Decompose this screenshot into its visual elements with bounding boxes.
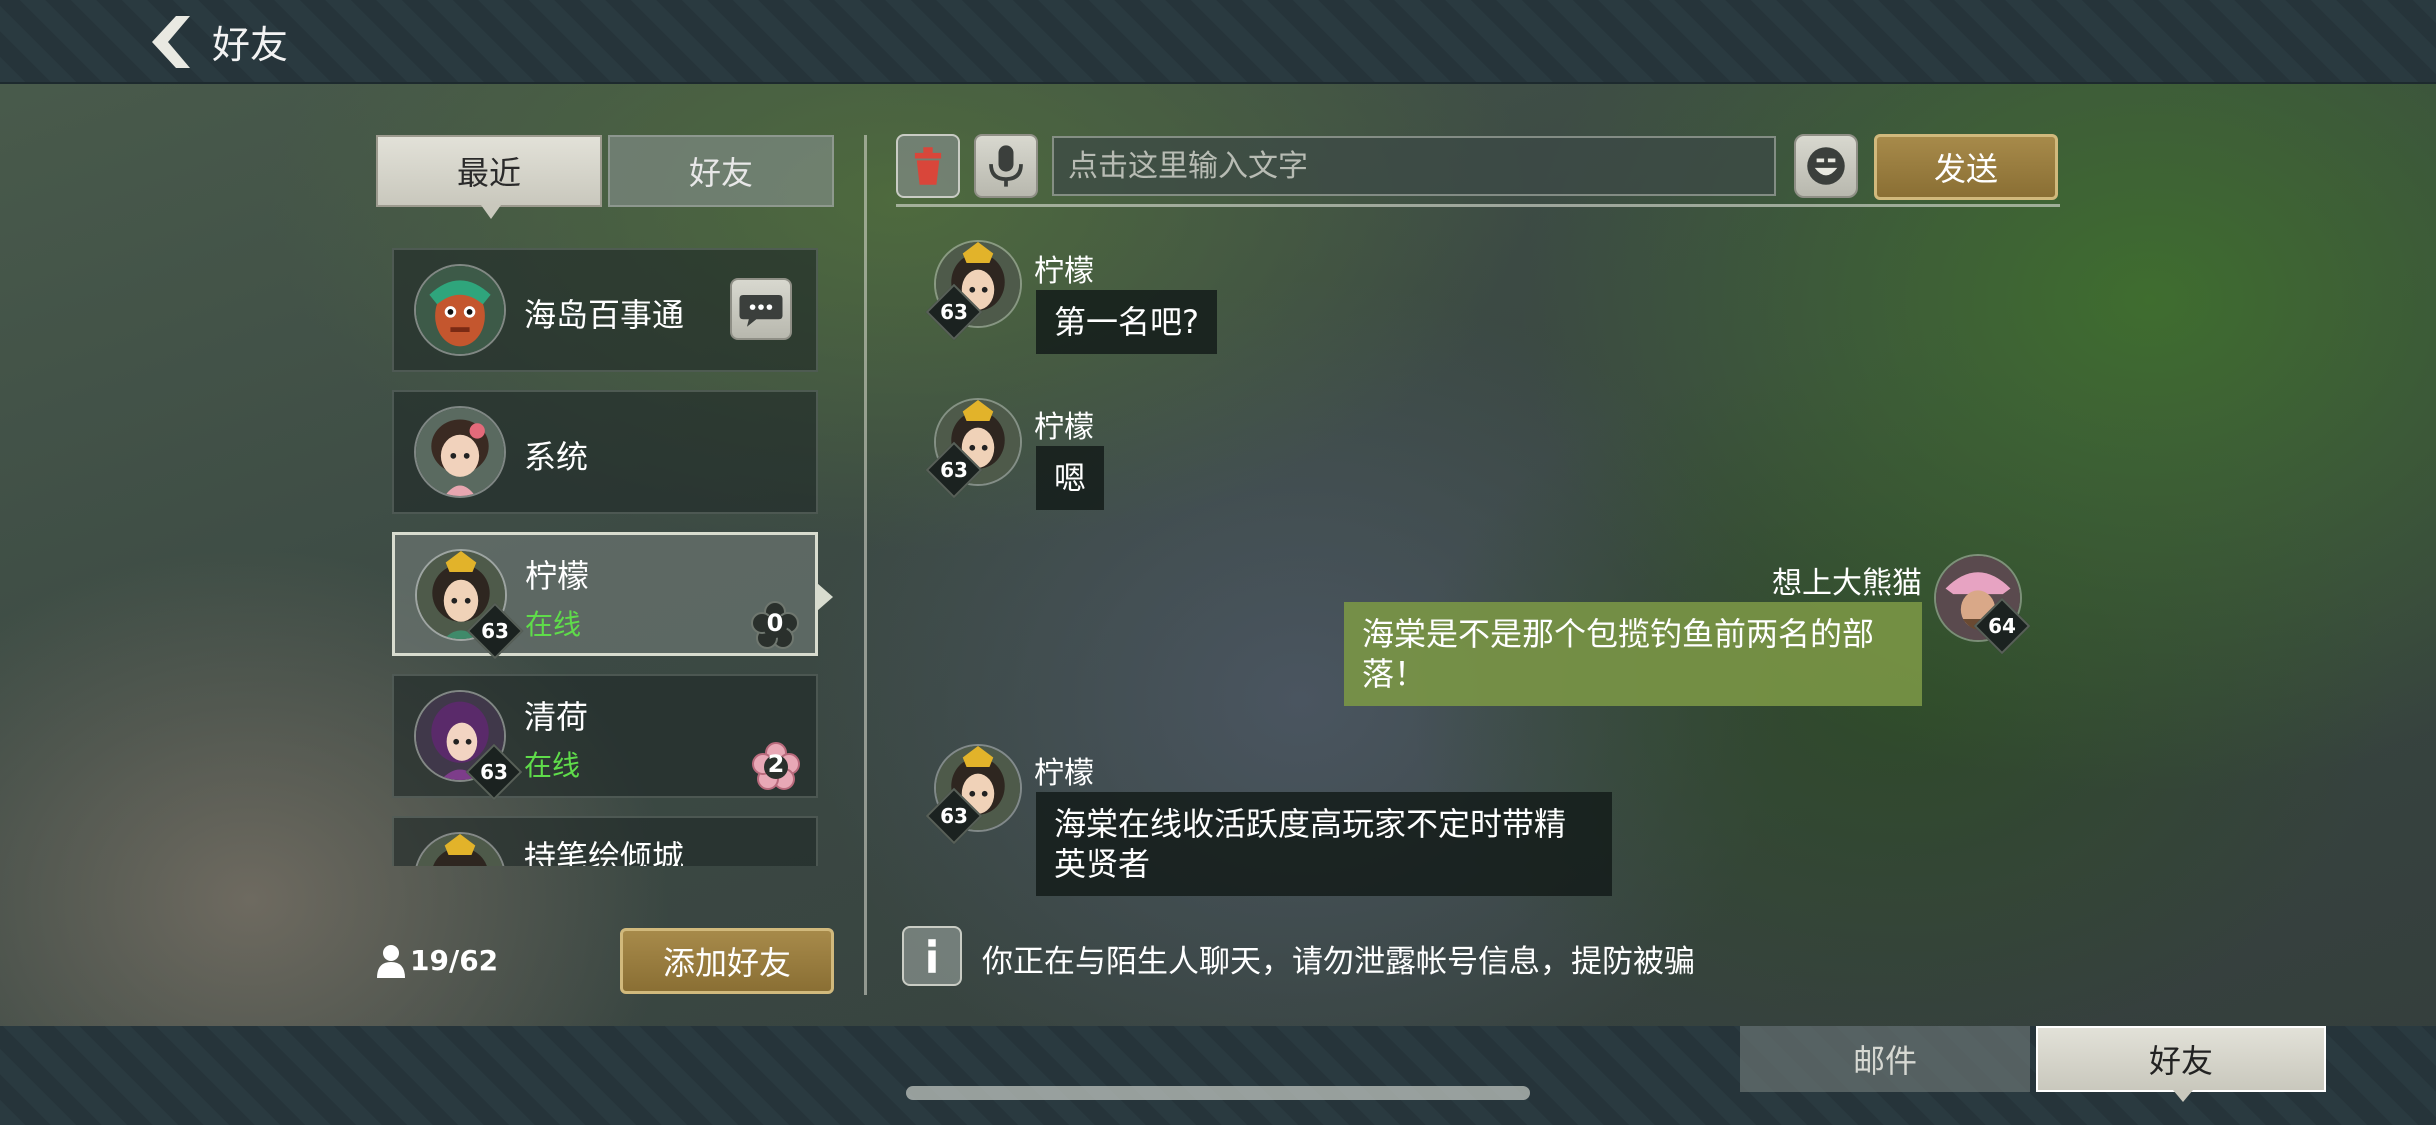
send-button[interactable]: 发送 bbox=[1874, 134, 2058, 200]
tab-friends-bottom[interactable]: 好友 bbox=[2036, 1026, 2326, 1102]
trash-icon[interactable] bbox=[896, 134, 960, 198]
unread-badge: 2 bbox=[752, 742, 800, 790]
message-input[interactable] bbox=[1052, 136, 1776, 196]
friend-count: 19/62 bbox=[410, 944, 499, 977]
contact-item-chibi[interactable]: 持笔绘倾城 bbox=[392, 816, 818, 866]
contact-item-ningmeng[interactable]: 63 柠檬 在线 0 bbox=[392, 532, 833, 660]
sender-name: 柠檬 bbox=[1034, 410, 1094, 445]
microphone-icon[interactable] bbox=[974, 134, 1038, 198]
add-friend-button[interactable]: 添加好友 bbox=[620, 928, 834, 994]
home-indicator[interactable] bbox=[906, 1086, 1530, 1100]
input-underline bbox=[896, 204, 2060, 207]
tab-friends[interactable]: 好友 bbox=[608, 135, 834, 207]
message-bubble: 第一名吧? bbox=[1036, 290, 1217, 354]
contact-name: 持笔绘倾城 bbox=[524, 838, 685, 866]
sender-name: 柠檬 bbox=[1034, 254, 1094, 289]
person-icon bbox=[377, 945, 405, 978]
chat-bubble-icon[interactable] bbox=[730, 278, 792, 340]
tab-recent[interactable]: 最近 bbox=[376, 135, 602, 219]
back-arrow-icon[interactable] bbox=[146, 12, 196, 72]
info-icon bbox=[902, 926, 962, 986]
unread-badge: 0 bbox=[751, 601, 799, 649]
panel-divider bbox=[864, 135, 867, 995]
contact-name: 清荷 bbox=[524, 698, 589, 736]
top-bar bbox=[0, 0, 2436, 84]
contact-item-system[interactable]: 系统 bbox=[392, 390, 818, 514]
page-title: 好友 bbox=[212, 23, 289, 67]
stranger-warning-text: 你正在与陌生人聊天，请勿泄露帐号信息，提防被骗 bbox=[982, 944, 1695, 980]
contact-name: 系统 bbox=[524, 438, 589, 476]
my-name: 想上大熊猫 bbox=[1772, 566, 1922, 601]
tab-mail[interactable]: 邮件 bbox=[1740, 1026, 2030, 1092]
message-bubble: 嗯 bbox=[1036, 446, 1105, 510]
avatar bbox=[414, 832, 506, 866]
online-status: 在线 bbox=[524, 749, 581, 782]
contact-name: 柠檬 bbox=[525, 557, 590, 595]
contact-name: 海岛百事通 bbox=[524, 296, 685, 334]
contact-item-qinghe[interactable]: 63 清荷 在线 2 bbox=[392, 674, 818, 801]
avatar bbox=[414, 264, 506, 356]
my-message-bubble: 海棠是不是那个包揽钓鱼前两名的部落！ bbox=[1344, 602, 1922, 706]
contact-item-island-guide[interactable]: 海岛百事通 bbox=[392, 248, 818, 372]
message-bubble: 海棠在线收活跃度高玩家不定时带精英贤者 bbox=[1036, 792, 1612, 896]
sender-name: 柠檬 bbox=[1034, 756, 1094, 791]
online-status: 在线 bbox=[525, 608, 582, 641]
avatar bbox=[414, 406, 506, 498]
emoji-icon[interactable] bbox=[1794, 134, 1858, 198]
contact-list-clip: 持笔绘倾城 bbox=[392, 816, 818, 866]
